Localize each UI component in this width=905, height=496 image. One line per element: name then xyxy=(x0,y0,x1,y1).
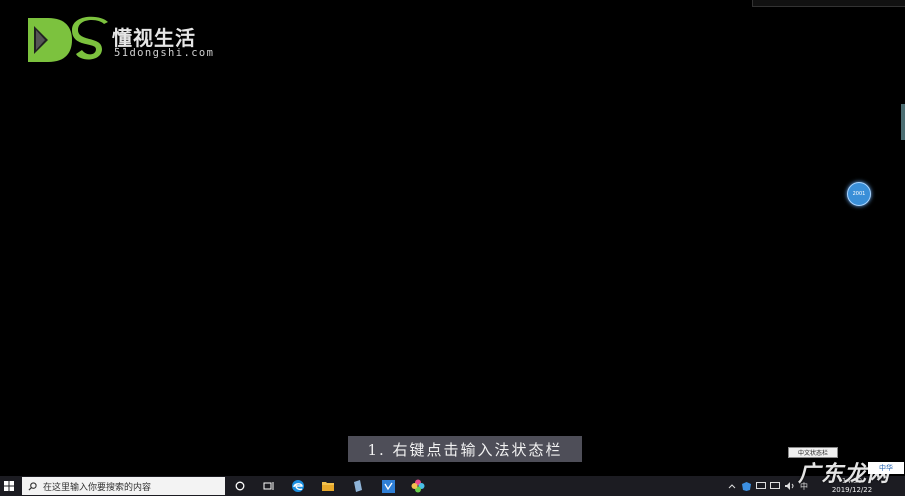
taskbar-search-box[interactable]: 在这里输入你要搜索的内容 xyxy=(22,477,225,495)
watermark-badge: 中华 xyxy=(868,462,904,474)
watermark: 广东龙网 中华 xyxy=(768,452,905,496)
task-view-icon xyxy=(263,482,274,490)
folder-icon xyxy=(322,482,334,491)
site-logo: 懂视生活 51dongshi.com xyxy=(26,16,226,64)
top-right-window-edge xyxy=(752,0,905,7)
network-icon xyxy=(756,482,766,489)
task-view-button[interactable] xyxy=(261,478,277,494)
file-explorer-button[interactable] xyxy=(320,478,336,494)
app-button-3[interactable] xyxy=(410,478,426,494)
ds-logo-mark xyxy=(28,16,108,62)
floating-ball-button[interactable]: 2001 xyxy=(847,182,871,206)
search-placeholder: 在这里输入你要搜索的内容 xyxy=(43,482,152,493)
tray-overflow-button[interactable] xyxy=(728,476,736,496)
floating-ball-label: 2001 xyxy=(852,191,866,197)
app-button-2[interactable] xyxy=(380,478,396,494)
tray-app-icon[interactable] xyxy=(742,476,751,496)
colorful-app-icon xyxy=(411,479,425,493)
video-subtitle: 1. 右键点击输入法状态栏 xyxy=(348,436,582,462)
start-button[interactable] xyxy=(0,476,18,496)
blue-app-icon xyxy=(381,479,395,493)
cortana-circle-icon xyxy=(235,481,245,491)
windows-icon xyxy=(4,481,14,491)
app-button-1[interactable] xyxy=(350,478,366,494)
search-icon xyxy=(28,481,37,491)
tray-network-button[interactable] xyxy=(756,476,766,496)
cortana-button[interactable] xyxy=(232,478,248,494)
subtitle-text: 1. 右键点击输入法状态栏 xyxy=(367,440,563,459)
app-cube-icon xyxy=(354,480,362,492)
edge-icon xyxy=(292,480,304,492)
right-edge-marker xyxy=(901,104,905,140)
chevron-up-icon xyxy=(728,484,736,489)
shield-app-icon xyxy=(742,481,751,491)
edge-browser-button[interactable] xyxy=(290,478,306,494)
logo-url: 51dongshi.com xyxy=(114,47,215,59)
